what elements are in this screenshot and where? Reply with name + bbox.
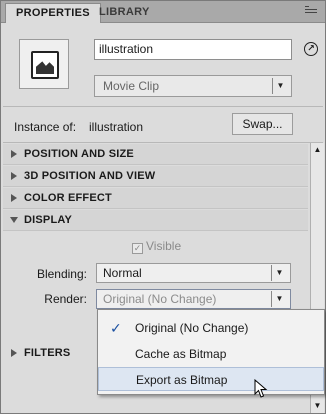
expand-triangle-icon bbox=[11, 150, 17, 158]
checkmark-icon: ✓ bbox=[132, 243, 143, 254]
menu-item-original[interactable]: ✓ Original (No Change) bbox=[98, 316, 324, 340]
collapse-triangle-icon bbox=[10, 217, 18, 223]
section-position-and-size[interactable]: POSITION AND SIZE bbox=[3, 144, 308, 165]
scroll-down-icon[interactable]: ▼ bbox=[311, 399, 324, 413]
chevron-down-icon: ▼ bbox=[271, 265, 287, 281]
instance-of-label: Instance of: bbox=[14, 120, 77, 134]
menu-item-label: Cache as Bitmap bbox=[135, 347, 227, 361]
section-label: FILTERS bbox=[24, 347, 71, 359]
section-label: POSITION AND SIZE bbox=[24, 148, 134, 160]
blending-label: Blending: bbox=[36, 267, 87, 281]
symbol-type-value: Movie Clip bbox=[103, 79, 160, 93]
tab-properties[interactable]: PROPERTIES bbox=[5, 3, 101, 23]
edit-instance-icon[interactable]: ↗ bbox=[304, 42, 318, 56]
checkmark-icon: ✓ bbox=[110, 320, 122, 336]
menu-item-cache-as-bitmap[interactable]: Cache as Bitmap bbox=[98, 342, 324, 366]
menu-item-label: Export as Bitmap bbox=[136, 373, 228, 387]
symbol-type-select[interactable]: Movie Clip ▼ bbox=[94, 75, 292, 97]
section-label: DISPLAY bbox=[24, 214, 73, 226]
divider bbox=[3, 106, 323, 107]
section-color-effect[interactable]: COLOR EFFECT bbox=[3, 188, 308, 209]
panel-tab-bar: PROPERTIES LIBRARY bbox=[1, 1, 325, 23]
properties-panel: PROPERTIES LIBRARY illustration ↗ Movie … bbox=[0, 0, 326, 414]
divider bbox=[3, 142, 323, 143]
expand-triangle-icon bbox=[11, 194, 17, 202]
section-label: 3D POSITION AND VIEW bbox=[24, 170, 156, 182]
section-display[interactable]: DISPLAY bbox=[3, 210, 308, 231]
section-3d-position-and-view[interactable]: 3D POSITION AND VIEW bbox=[3, 166, 308, 187]
chevron-down-icon: ▼ bbox=[271, 291, 287, 307]
section-filters[interactable]: FILTERS bbox=[3, 343, 95, 364]
panel-menu-icon[interactable] bbox=[305, 6, 317, 16]
render-label: Render: bbox=[44, 292, 87, 306]
swap-button[interactable]: Swap... bbox=[232, 113, 293, 135]
menu-item-export-as-bitmap[interactable]: Export as Bitmap bbox=[98, 367, 324, 391]
scroll-up-icon[interactable]: ▲ bbox=[311, 143, 324, 157]
mouse-cursor-icon bbox=[254, 379, 268, 398]
render-value: Original (No Change) bbox=[103, 292, 217, 306]
instance-of-value: illustration bbox=[89, 120, 144, 134]
visible-checkbox[interactable]: ✓ Visible bbox=[132, 239, 181, 254]
tab-library[interactable]: LIBRARY bbox=[89, 3, 160, 23]
render-select[interactable]: Original (No Change) ▼ bbox=[96, 289, 291, 309]
expand-triangle-icon bbox=[11, 172, 17, 180]
movie-clip-symbol-icon bbox=[19, 39, 69, 89]
section-label: COLOR EFFECT bbox=[24, 192, 112, 204]
visible-label: Visible bbox=[146, 239, 182, 253]
menu-item-label: Original (No Change) bbox=[135, 321, 249, 335]
render-dropdown-menu: ✓ Original (No Change) Cache as Bitmap E… bbox=[97, 309, 325, 395]
chevron-down-icon: ▼ bbox=[272, 78, 288, 94]
expand-triangle-icon bbox=[11, 349, 17, 357]
blending-select[interactable]: Normal ▼ bbox=[96, 263, 291, 283]
instance-name-input[interactable]: illustration bbox=[94, 39, 292, 60]
blending-value: Normal bbox=[103, 266, 142, 280]
